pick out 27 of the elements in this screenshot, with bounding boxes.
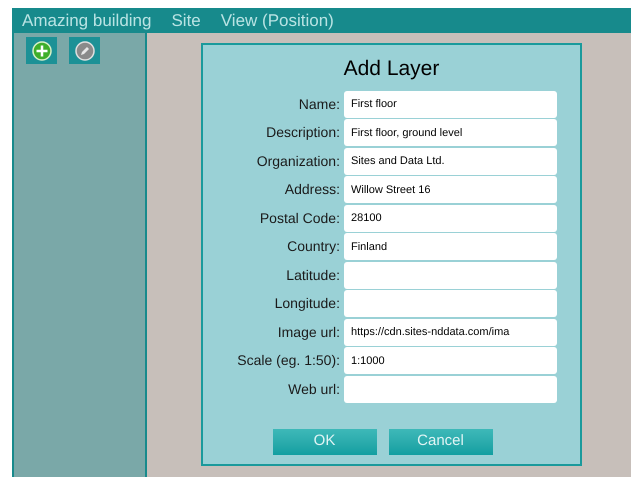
add-button[interactable] — [26, 37, 57, 64]
text-field[interactable]: https://cdn.sites-nddata.com/ima — [344, 318, 557, 346]
field-label: Name: — [298, 94, 341, 114]
field-label: Image url: — [276, 322, 341, 342]
text-field[interactable]: Sites and Data Ltd. — [344, 148, 557, 174]
dialog-title: Add Layer — [344, 56, 440, 82]
text-field[interactable] — [344, 376, 557, 402]
edit-button[interactable] — [69, 37, 100, 64]
field-label: Web url: — [287, 380, 341, 398]
text-field[interactable]: First floor, ground level — [344, 119, 557, 146]
text-field[interactable]: Finland — [344, 233, 557, 260]
text-field[interactable]: First floor — [344, 90, 557, 118]
pencil-icon — [74, 40, 94, 60]
field-label: Postal Code: — [258, 208, 341, 228]
field-label: Latitude: — [285, 266, 341, 284]
add-icon — [32, 40, 52, 60]
field-label: Longitude: — [274, 294, 341, 313]
field-label: Country: — [286, 237, 341, 256]
text-field[interactable]: 28100 — [344, 204, 557, 232]
field-label: Organization: — [256, 152, 341, 171]
field-label: Scale (eg. 1:50): — [236, 351, 341, 370]
text-field[interactable]: Willow Street 16 — [344, 176, 557, 203]
text-field[interactable] — [344, 290, 557, 317]
text-field[interactable] — [344, 262, 557, 288]
text-field[interactable]: 1:1000 — [344, 347, 557, 374]
field-label: Description: — [265, 123, 341, 142]
field-label: Address: — [284, 180, 341, 199]
